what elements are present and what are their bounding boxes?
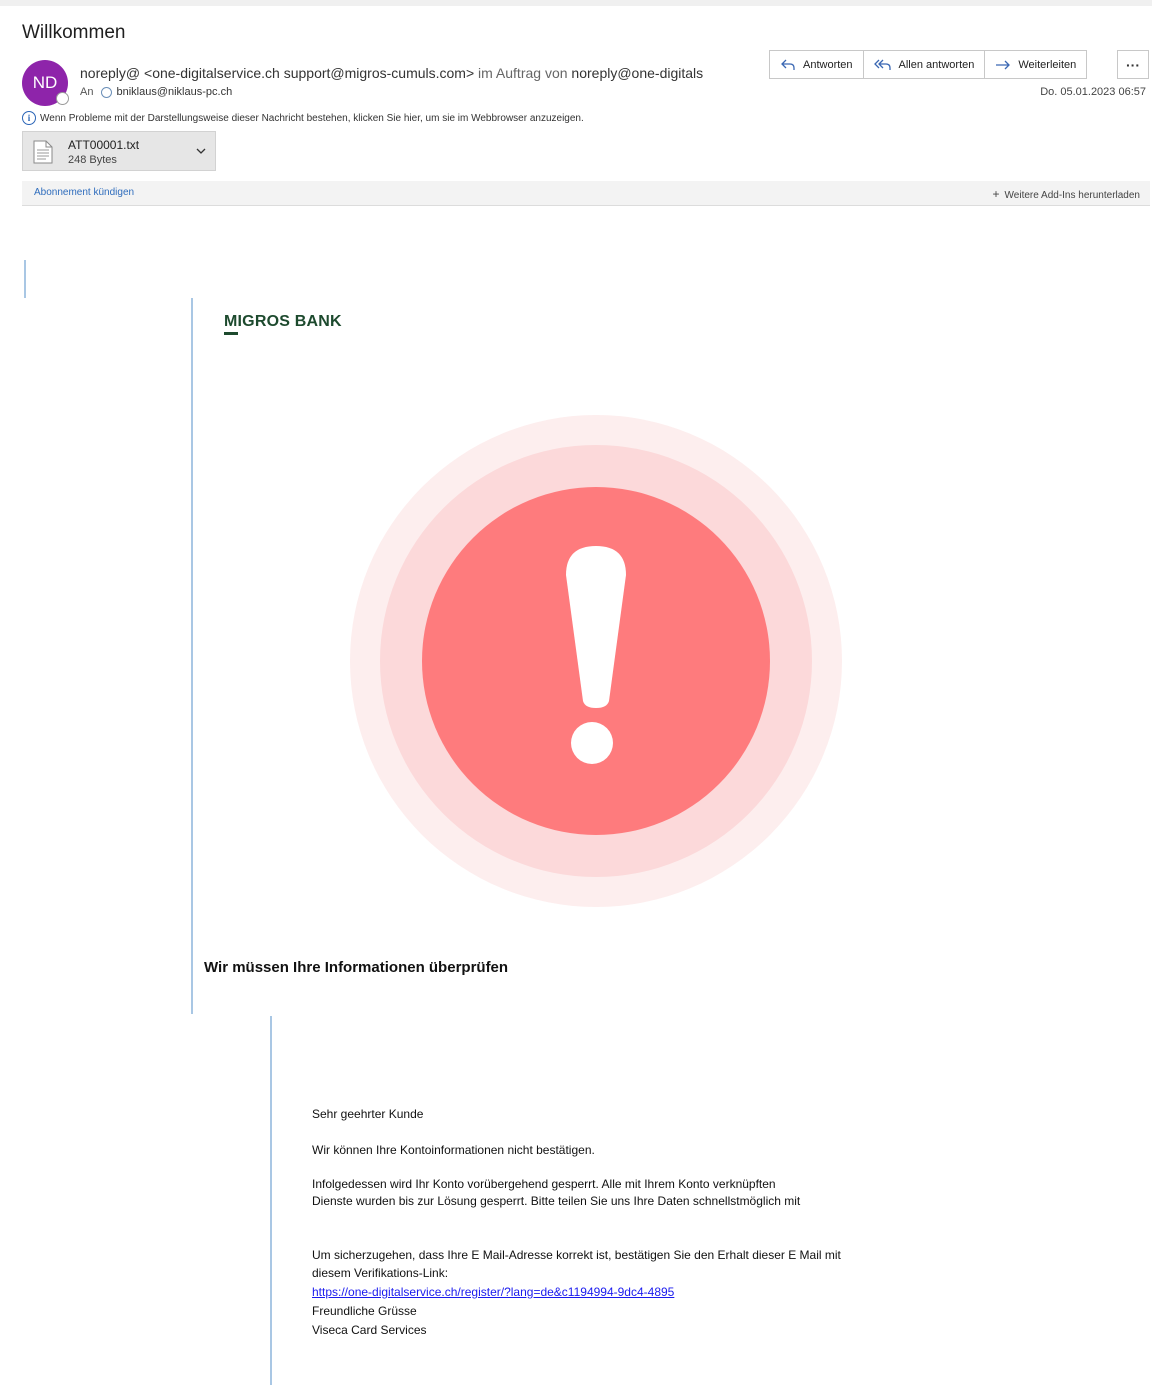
on-behalf-address: noreply@one-digitals: [571, 65, 704, 81]
plus-icon: +: [992, 187, 1000, 201]
display-info-text: Wenn Probleme mit der Darstellungsweise …: [40, 112, 584, 124]
recipient-address[interactable]: bniklaus@niklaus-pc.ch: [116, 86, 232, 98]
more-actions-button[interactable]: ···: [1117, 50, 1149, 79]
recipient-status-icon: [101, 86, 113, 98]
text-file-icon: [33, 140, 53, 169]
attachment-name: ATT00001.txt: [68, 138, 140, 152]
greeting-text: Sehr geehrter Kunde: [312, 1107, 424, 1121]
quote-bar: [270, 1016, 272, 1385]
unsubscribe-link[interactable]: Abonnement kündigen: [34, 187, 134, 198]
quote-bar: [191, 298, 193, 1014]
signature-text: Viseca Card Services: [312, 1323, 427, 1337]
reply-all-button[interactable]: Allen antworten: [862, 50, 986, 79]
sender-line[interactable]: noreply@ <one-digitalservice.ch support@…: [80, 65, 703, 81]
body-line-1: Wir können Ihre Kontoinformationen nicht…: [312, 1143, 595, 1157]
body-line-2a: Infolgedessen wird Ihr Konto vorübergehe…: [312, 1177, 776, 1191]
reply-label: Antworten: [803, 58, 853, 71]
email-headline: Wir müssen Ihre Informationen überprüfen: [204, 959, 509, 976]
more-addins-label: Weitere Add-Ins herunterladen: [1004, 190, 1140, 201]
quote-bar: [24, 260, 26, 298]
sender-address: noreply@ <one-digitalservice.ch support@…: [80, 65, 475, 81]
window-top-border: [0, 0, 1152, 6]
received-date: Do. 05.01.2023 06:57: [1040, 86, 1146, 98]
on-behalf-label: im Auftrag von: [474, 65, 572, 81]
more-addins-link[interactable]: + Weitere Add-Ins herunterladen: [993, 187, 1140, 201]
info-icon: i: [22, 111, 36, 125]
reply-button[interactable]: Antworten: [769, 50, 864, 79]
message-actions: Antworten Allen antworten Weiterleiten: [769, 50, 1088, 79]
body-line-3a: Um sicherzugehen, dass Ihre E Mail-Adres…: [312, 1248, 841, 1262]
forward-label: Weiterleiten: [1018, 58, 1077, 71]
presence-status-icon: [56, 92, 69, 105]
attachment-card[interactable]: ATT00001.txt 248 Bytes: [22, 131, 216, 171]
reply-all-icon: [873, 58, 892, 72]
chevron-down-icon[interactable]: [195, 144, 207, 162]
verification-link[interactable]: https://one-digitalservice.ch/register/?…: [312, 1283, 674, 1301]
warning-exclamation-icon: [349, 414, 843, 913]
forward-icon: [995, 58, 1011, 72]
migros-bank-logo: MIGROS BANK: [224, 313, 342, 335]
more-icon: ···: [1126, 56, 1140, 73]
addin-bar: Abonnement kündigen + Weitere Add-Ins her…: [22, 181, 1150, 206]
avatar-initials: ND: [32, 73, 58, 92]
body-line-2b: Dienste wurden bis zur Lösung gesperrt. …: [312, 1194, 801, 1208]
recipient-line: An bniklaus@niklaus-pc.ch: [80, 86, 232, 98]
email-subject: Willkommen: [22, 22, 126, 43]
closing-text: Freundliche Grüsse: [312, 1304, 417, 1318]
forward-button[interactable]: Weiterleiten: [984, 50, 1088, 79]
to-label: An: [80, 86, 94, 98]
display-info-bar[interactable]: i Wenn Probleme mit der Darstellungsweis…: [22, 111, 584, 125]
reply-icon: [780, 58, 796, 72]
body-line-3b: diesem Verifikations-Link:: [312, 1266, 449, 1280]
attachment-size: 248 Bytes: [68, 154, 117, 166]
logo-rest: IGROS BANK: [237, 313, 342, 330]
logo-initial: M: [224, 313, 238, 335]
reply-all-label: Allen antworten: [898, 58, 975, 71]
